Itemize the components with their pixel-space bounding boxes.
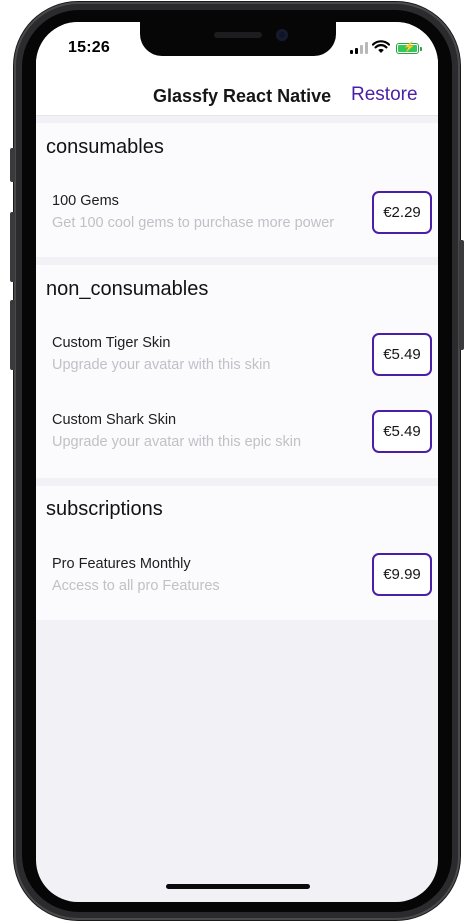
home-indicator[interactable] bbox=[166, 884, 310, 889]
cellular-signal-icon bbox=[350, 42, 368, 54]
product-description: Access to all pro Features bbox=[52, 578, 220, 594]
price-button[interactable]: €2.29 bbox=[372, 191, 432, 234]
battery-cap bbox=[420, 47, 422, 51]
product-name: 100 Gems bbox=[52, 193, 119, 209]
front-camera bbox=[276, 29, 288, 41]
product-name: Custom Tiger Skin bbox=[52, 335, 171, 351]
section-title: consumables bbox=[46, 136, 164, 158]
section-title: non_consumables bbox=[46, 278, 209, 300]
restore-button[interactable]: Restore bbox=[351, 84, 418, 106]
section-subscriptions: subscriptions Pro Features Monthly Acces… bbox=[36, 486, 438, 620]
product-description: Get 100 cool gems to purchase more power bbox=[52, 215, 335, 231]
earpiece-speaker bbox=[214, 32, 262, 38]
power-button bbox=[459, 240, 464, 350]
volume-down-button bbox=[10, 300, 15, 370]
product-description: Upgrade your avatar with this skin bbox=[52, 357, 271, 373]
section-non-consumables: non_consumables Custom Tiger Skin Upgrad… bbox=[36, 265, 438, 478]
page-title: Glassfy React Native bbox=[153, 86, 332, 106]
product-name: Custom Shark Skin bbox=[52, 412, 177, 428]
notch bbox=[140, 22, 336, 56]
wifi-icon bbox=[372, 40, 390, 53]
nav-header: Glassfy React Native Restore bbox=[36, 70, 438, 116]
section-consumables: consumables 100 Gems Get 100 cool gems t… bbox=[36, 123, 438, 257]
volume-up-button bbox=[10, 212, 15, 282]
section-title: subscriptions bbox=[46, 498, 163, 520]
price-button[interactable]: €9.99 bbox=[372, 553, 432, 596]
phone-screen: 15:26 ⚡ Glassfy React Native Restore con… bbox=[36, 22, 438, 902]
battery-icon: ⚡ bbox=[396, 42, 419, 54]
product-description: Upgrade your avatar with this epic skin bbox=[52, 434, 302, 450]
mute-switch bbox=[10, 148, 15, 182]
price-button[interactable]: €5.49 bbox=[372, 333, 432, 376]
price-button[interactable]: €5.49 bbox=[372, 410, 432, 453]
product-name: Pro Features Monthly bbox=[52, 556, 191, 572]
status-time: 15:26 bbox=[68, 39, 110, 56]
